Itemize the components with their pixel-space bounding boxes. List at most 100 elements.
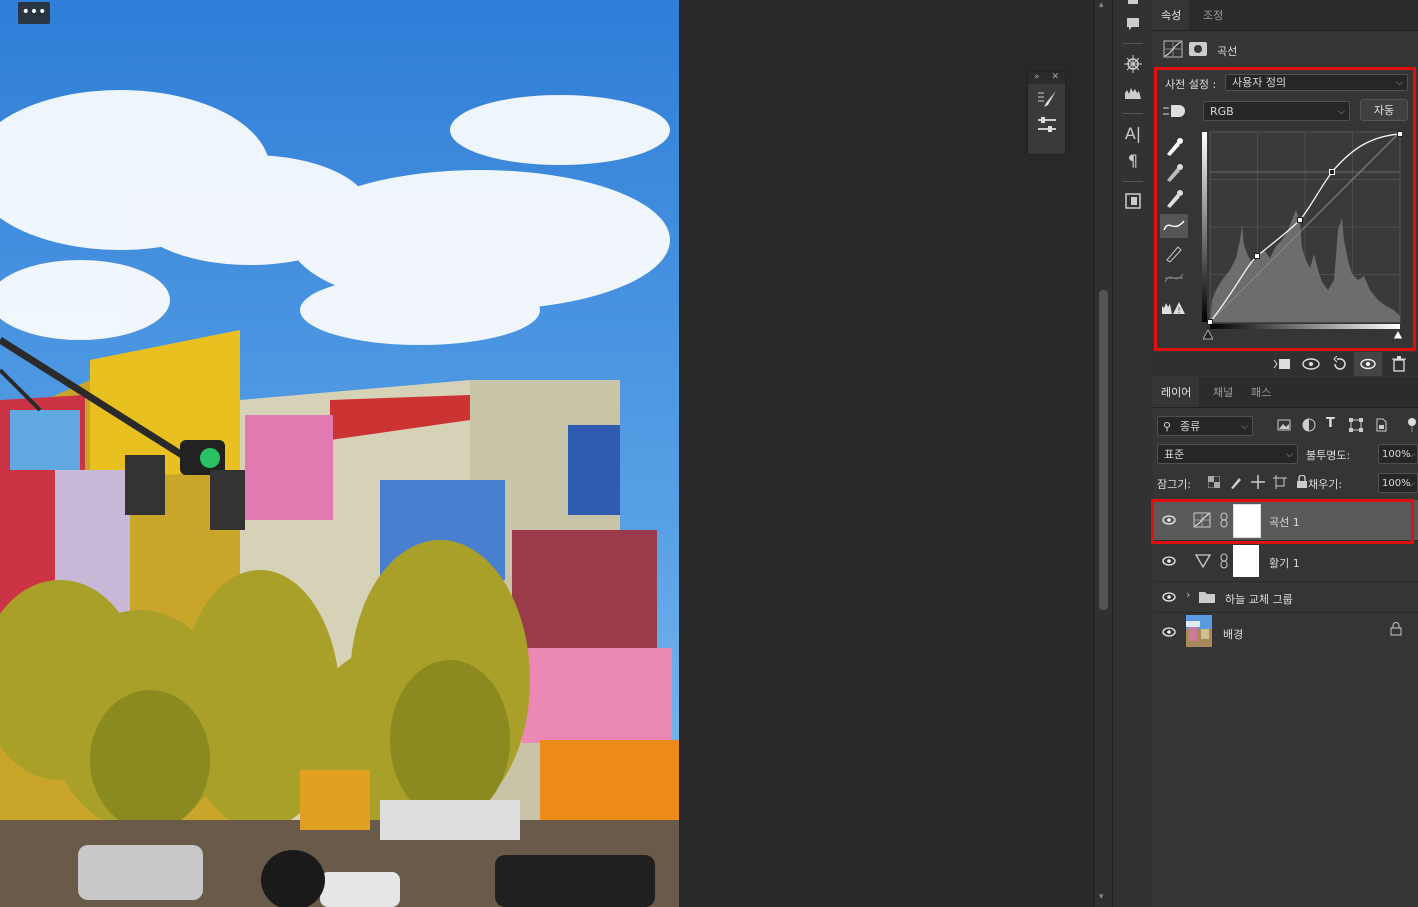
layer-name[interactable]: 하늘 교체 그룹	[1225, 591, 1293, 607]
filter-smart-object-icon[interactable]	[1374, 418, 1388, 432]
layer-filter-select[interactable]: ⚲ 종류 ⌵	[1157, 416, 1253, 436]
layer-row[interactable]: › 하늘 교체 그룹	[1153, 582, 1418, 613]
lock-icon	[1390, 622, 1402, 636]
blend-mode-select[interactable]: 표준 ⌵	[1157, 444, 1298, 464]
channel-value: RGB	[1210, 105, 1234, 118]
tab-adjustments[interactable]: 조정	[1195, 0, 1231, 30]
chevron-down-icon: ⌵	[1396, 78, 1403, 88]
layer-row[interactable]: 곡선 1	[1153, 500, 1418, 541]
blend-mode-value: 표준	[1164, 448, 1185, 461]
tab-layers[interactable]: 레이어	[1153, 377, 1200, 407]
libraries-icon[interactable]	[1121, 189, 1145, 213]
opacity-label: 불투명도:	[1306, 449, 1351, 462]
layer-name[interactable]: 배경	[1223, 626, 1243, 642]
pencil-draw-icon[interactable]	[1163, 243, 1185, 263]
dock-divider	[1123, 43, 1143, 44]
link-icon[interactable]	[1219, 512, 1229, 528]
character-icon[interactable]: A|	[1121, 121, 1145, 145]
filter-adjustment-icon[interactable]	[1302, 418, 1316, 432]
layer-name[interactable]: 활기 1	[1269, 555, 1300, 571]
folder-icon	[1199, 590, 1215, 603]
close-icon[interactable]: ✕	[1051, 72, 1059, 82]
tab-properties[interactable]: 속성	[1153, 0, 1190, 30]
properties-title: 곡선	[1217, 45, 1238, 58]
smooth-curve-icon[interactable]	[1163, 268, 1185, 288]
chevron-down-icon: ⌵	[1408, 479, 1415, 489]
layer-row[interactable]: 배경	[1153, 612, 1418, 653]
histogram-icon[interactable]	[1121, 80, 1145, 104]
panel-dock: A| ¶	[1112, 0, 1154, 907]
layer-name[interactable]: 곡선 1	[1269, 514, 1300, 530]
comments-icon[interactable]	[1121, 12, 1145, 36]
white-slider-handle[interactable]	[1392, 328, 1404, 340]
black-point-eyedropper-icon[interactable]	[1163, 136, 1185, 156]
adjustments-icon[interactable]	[1035, 114, 1059, 136]
curves-adjustment-icon	[1163, 40, 1183, 58]
layer-mask-icon[interactable]	[1189, 41, 1207, 57]
opacity-field[interactable]: 100% ⌵	[1378, 444, 1418, 464]
fill-value: 100%	[1382, 478, 1411, 489]
floating-panel-header: » ✕	[1028, 72, 1065, 84]
layer-mask-thumbnail[interactable]	[1233, 504, 1261, 538]
link-icon[interactable]	[1219, 553, 1229, 569]
eye-icon[interactable]	[1161, 512, 1177, 528]
black-slider-handle[interactable]	[1202, 328, 1214, 340]
dock-divider	[1123, 113, 1143, 114]
svg-text:!: !	[1178, 306, 1181, 315]
search-icon: ⚲	[1163, 420, 1172, 433]
toggle-visibility-icon[interactable]	[1354, 352, 1382, 376]
collapse-icon[interactable]: »	[1034, 72, 1040, 82]
eye-icon[interactable]	[1161, 624, 1177, 640]
fill-field[interactable]: 100% ⌵	[1378, 473, 1418, 493]
curve-point-edit-icon[interactable]	[1160, 214, 1188, 238]
scroll-up-arrow-icon[interactable]: ▴	[1099, 0, 1104, 10]
lock-all-icon[interactable]	[1296, 474, 1308, 489]
preset-value: 사용자 정의	[1232, 76, 1287, 89]
gray-point-eyedropper-icon[interactable]	[1163, 162, 1185, 182]
tab-channels[interactable]: 채널	[1205, 377, 1241, 407]
canvas-more-menu-button[interactable]: •••	[18, 2, 50, 24]
eye-icon[interactable]	[1161, 553, 1177, 569]
filter-type-icon[interactable]: T	[1326, 416, 1340, 432]
view-previous-state-icon[interactable]	[1301, 356, 1321, 372]
preset-select[interactable]: 사용자 정의 ⌵	[1225, 74, 1408, 91]
paragraph-icon[interactable]: ¶	[1121, 148, 1145, 172]
scrollbar-thumb[interactable]	[1099, 290, 1108, 610]
filter-toggle-switch[interactable]	[1405, 418, 1417, 432]
curves-adjustment-icon	[1193, 512, 1211, 528]
channel-select[interactable]: RGB ⌵	[1203, 101, 1350, 121]
clipping-warning-icon[interactable]: !	[1161, 298, 1187, 318]
chevron-down-icon: ⌵	[1408, 450, 1415, 460]
brush-settings-icon[interactable]	[1035, 88, 1059, 110]
reset-icon[interactable]	[1331, 355, 1349, 372]
vibrance-icon	[1194, 554, 1212, 569]
layer-filter-value: 종류	[1180, 420, 1201, 433]
background-thumbnail[interactable]	[1186, 615, 1212, 647]
lock-artboard-icon[interactable]	[1273, 475, 1287, 489]
lock-image-pixels-icon[interactable]	[1229, 475, 1243, 489]
layer-row[interactable]: 활기 1	[1153, 541, 1418, 582]
properties-tabbar: 속성 조정	[1153, 0, 1418, 31]
clip-to-layer-icon[interactable]	[1273, 356, 1291, 372]
targeted-adjustment-icon[interactable]	[1163, 102, 1185, 120]
tab-paths[interactable]: 패스	[1243, 377, 1279, 407]
scroll-down-arrow-icon[interactable]: ▾	[1099, 892, 1104, 902]
eye-icon[interactable]	[1161, 589, 1177, 605]
filter-shape-icon[interactable]	[1349, 418, 1363, 432]
white-point-eyedropper-icon[interactable]	[1163, 188, 1185, 208]
vertical-scrollbar[interactable]: ▴ ▾	[1094, 0, 1113, 907]
layer-mask-thumbnail[interactable]	[1233, 545, 1259, 577]
right-panel: 속성 조정 곡선 사전 설정 : 사용자 정의 ⌵ RGB ⌵ 자동 ! 레이어…	[1151, 0, 1418, 907]
lock-position-icon[interactable]	[1251, 475, 1265, 489]
layers-empty-area	[1153, 652, 1418, 907]
chevron-right-icon[interactable]: ›	[1186, 588, 1190, 601]
curves-graph[interactable]	[1202, 130, 1403, 330]
navigator-icon[interactable]	[1121, 52, 1145, 76]
canvas-image[interactable]	[0, 0, 679, 907]
trash-icon[interactable]	[1391, 356, 1407, 372]
lock-transparency-icon[interactable]	[1207, 475, 1221, 489]
dock-divider	[1123, 181, 1143, 182]
filter-pixel-icon[interactable]	[1277, 418, 1291, 432]
chevron-down-icon: ⌵	[1338, 107, 1345, 117]
auto-button[interactable]: 자동	[1360, 99, 1408, 121]
